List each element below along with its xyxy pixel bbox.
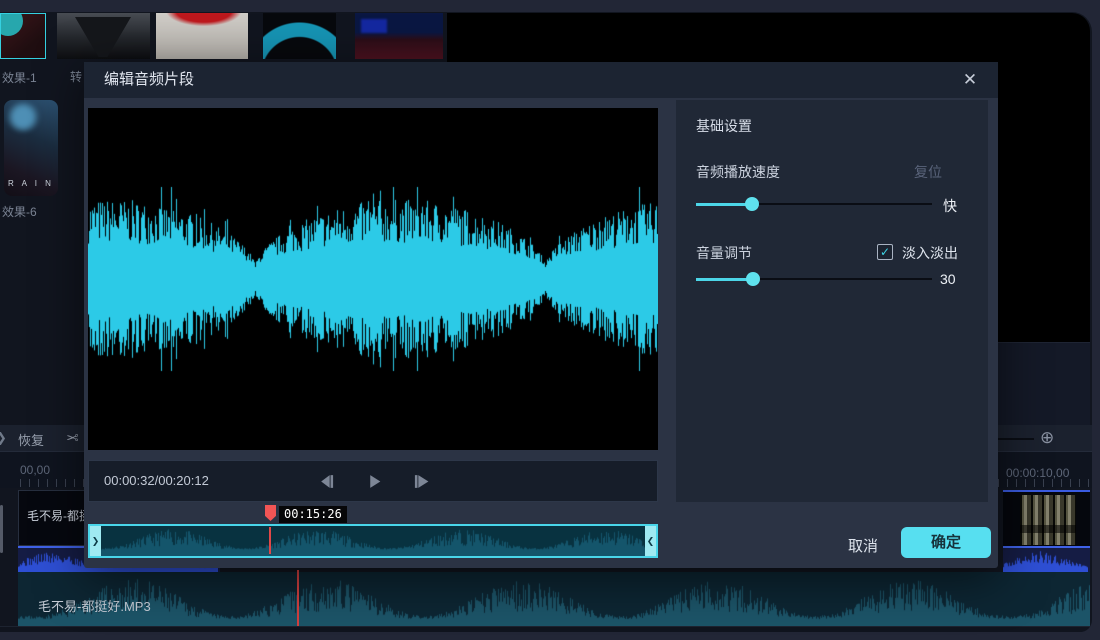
teal-waveform-canvas [18, 572, 1090, 626]
volume-slider[interactable] [696, 272, 932, 286]
ruler-ticks [20, 479, 84, 487]
restore-button[interactable]: 恢复 [18, 430, 44, 449]
window-bottom-edge [0, 626, 1092, 632]
media-thumbnail[interactable] [156, 13, 248, 59]
vertical-scrollbar[interactable] [0, 505, 3, 553]
volume-value: 30 [940, 271, 956, 287]
main-waveform-canvas [88, 108, 658, 450]
speed-label: 音频播放速度 [696, 162, 780, 182]
confirm-button[interactable]: 确定 [901, 527, 991, 558]
playhead-marker-flag[interactable] [265, 505, 276, 521]
edit-audio-clip-dialog: 编辑音频片段 ✕ 00:00:32/00:20:12 ❯ ❮ 00:15:26 … [84, 62, 998, 568]
ruler-time-start: 00,00 [20, 463, 50, 477]
zoom-in-icon[interactable]: ⊕ [1040, 428, 1054, 448]
fade-checkbox[interactable]: ✓ [877, 244, 893, 260]
media-thumbnail-selected[interactable] [0, 13, 46, 59]
media-thumbnail[interactable] [57, 13, 150, 59]
ruler-time-right: 00:00:10,00 [1006, 466, 1069, 480]
speed-slider[interactable] [696, 197, 932, 211]
timeline-playhead[interactable] [297, 570, 299, 628]
reset-button[interactable]: 复位 [914, 162, 942, 182]
play-button[interactable] [366, 473, 383, 490]
trim-handle-left[interactable]: ❯ [90, 526, 101, 556]
audio-file-name: 毛不易-都挺好.MP3 [38, 596, 151, 615]
speed-slider-knob[interactable] [745, 197, 759, 211]
rain-album-text: R A I N [4, 179, 58, 188]
media-thumbnail-rain[interactable]: R A I N [4, 100, 58, 196]
playhead-time-badge: 00:15:26 [279, 506, 347, 523]
dialog-title: 编辑音频片段 [104, 62, 194, 98]
media-label-partial: 转 [70, 68, 84, 85]
playback-control-bar: 00:00:32/00:20:12 [88, 460, 658, 502]
basic-settings-panel: 基础设置 音频播放速度 复位 快 音量调节 ✓ 淡入淡出 30 [676, 100, 988, 502]
speed-value: 快 [943, 196, 957, 216]
media-thumbnail[interactable] [263, 13, 336, 59]
next-frame-button[interactable] [413, 473, 430, 490]
audio-waveform-preview [88, 108, 658, 450]
media-label-effect6: 效果-6 [2, 203, 37, 220]
time-display: 00:00:32/00:20:12 [104, 461, 209, 501]
volume-slider-knob[interactable] [746, 272, 760, 286]
media-label-effect1: 效果-1 [2, 69, 37, 86]
audio-clip-waveform-blue[interactable] [1003, 546, 1090, 572]
settings-header: 基础设置 [696, 116, 752, 136]
redo-icon[interactable]: ❯ [0, 430, 7, 446]
audio-scrubber-strip[interactable]: ❯ ❮ 00:15:26 [88, 524, 658, 558]
music-track[interactable]: 毛不易-都挺好.MP3 [18, 572, 1090, 626]
scrubber-playhead-line [269, 527, 271, 554]
timeline-zoom-slider[interactable] [996, 438, 1034, 440]
media-logo-icon [0, 13, 23, 36]
split-scissors-icon[interactable]: ✂ [66, 429, 79, 447]
trim-handle-right[interactable]: ❮ [645, 526, 656, 556]
media-thumbnail[interactable] [355, 13, 443, 59]
dialog-titlebar: 编辑音频片段 ✕ [84, 62, 998, 98]
blue-waveform-canvas [1003, 548, 1088, 572]
fade-label: 淡入淡出 [902, 243, 958, 263]
video-clip[interactable] [1003, 490, 1090, 546]
film-frames [1020, 495, 1076, 545]
previous-frame-button[interactable] [318, 473, 335, 490]
volume-label: 音量调节 [696, 243, 752, 263]
scrubber-waveform-canvas [101, 526, 645, 556]
close-icon[interactable]: ✕ [956, 62, 984, 98]
cancel-button[interactable]: 取消 [832, 531, 894, 562]
ruler-ticks [998, 479, 1090, 487]
